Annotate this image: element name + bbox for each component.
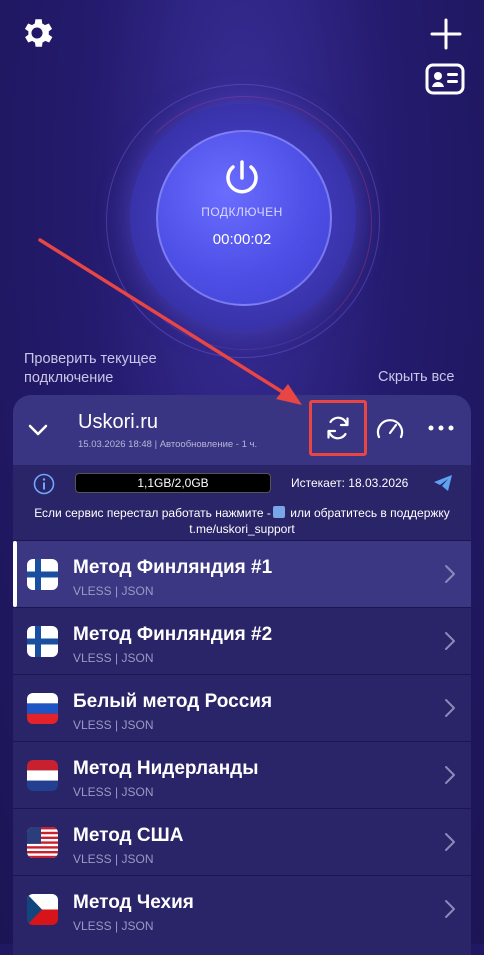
speedtest-gauge-icon[interactable] [375, 415, 405, 443]
hide-all-link[interactable]: Скрыть все [378, 369, 454, 385]
profile-card-icon[interactable] [424, 62, 466, 96]
server-name: Метод Чехия [73, 892, 194, 913]
more-options-icon[interactable] [427, 421, 455, 435]
finland-flag-icon [27, 559, 58, 590]
server-name: Белый метод Россия [73, 691, 273, 712]
support-notice: Если сервис перестал работать нажмите - … [13, 505, 471, 537]
server-name: Метод Финляндия #1 [73, 557, 273, 578]
chevron-right-icon[interactable] [443, 563, 457, 585]
server-row[interactable]: Метод Финляндия #1 VLESS | JSON [13, 540, 471, 607]
subscription-title: Uskori.ru [78, 411, 159, 433]
finland-flag-icon [27, 626, 58, 657]
chevron-right-icon[interactable] [443, 764, 457, 786]
server-protocol: VLESS | JSON [73, 718, 154, 732]
server-name: Метод США [73, 825, 184, 846]
traffic-usage-text: 1,1GB/2,0GB [137, 476, 209, 490]
usa-flag-icon [27, 827, 58, 858]
server-name: Метод Нидерланды [73, 758, 259, 779]
chevron-right-icon[interactable] [443, 898, 457, 920]
server-list: Метод Финляндия #1 VLESS | JSON Метод Финл… [13, 540, 471, 942]
chevron-right-icon[interactable] [443, 831, 457, 853]
server-row[interactable]: Метод США VLESS | JSON [13, 808, 471, 875]
subscription-panel: Uskori.ru 15.03.2026 18:48 | Автообновле… [13, 395, 471, 955]
subscription-header: Uskori.ru 15.03.2026 18:48 | Автообновле… [13, 395, 471, 465]
server-row[interactable]: Белый метод Россия VLESS | JSON [13, 674, 471, 741]
settings-gear-icon[interactable] [18, 14, 56, 52]
subscription-meta: 15.03.2026 18:48 | Автообновление - 1 ч. [78, 439, 258, 450]
support-link[interactable]: t.me/uskori_support [13, 521, 471, 537]
server-protocol: VLESS | JSON [73, 584, 154, 598]
traffic-usage-bar: 1,1GB/2,0GB [75, 473, 271, 493]
server-row[interactable]: Метод Чехия VLESS | JSON [13, 875, 471, 942]
connection-status: ПОДКЛЮЧЕН [201, 205, 283, 219]
expiry-date: Истекает: 18.03.2026 [291, 476, 409, 490]
chevron-down-icon[interactable] [27, 419, 49, 441]
netherlands-flag-icon [27, 760, 58, 791]
telegram-icon[interactable] [433, 474, 453, 492]
chevron-right-icon[interactable] [443, 697, 457, 719]
info-icon[interactable] [33, 473, 55, 495]
server-row[interactable]: Метод Финляндия #2 VLESS | JSON [13, 607, 471, 674]
server-row[interactable]: Метод Нидерланды VLESS | JSON [13, 741, 471, 808]
czech-flag-icon [27, 894, 58, 925]
server-name: Метод Финляндия #2 [73, 624, 273, 645]
refresh-icon[interactable] [323, 413, 353, 443]
notice-text-a: Если сервис перестал работать нажмите - [34, 506, 271, 520]
power-icon[interactable] [222, 158, 262, 198]
russia-flag-icon [27, 693, 58, 724]
server-protocol: VLESS | JSON [73, 919, 154, 933]
server-protocol: VLESS | JSON [73, 785, 154, 799]
add-plus-icon[interactable] [426, 14, 466, 54]
server-protocol: VLESS | JSON [73, 651, 154, 665]
refresh-inline-icon [272, 506, 285, 518]
chevron-right-icon[interactable] [443, 630, 457, 652]
check-connection-link[interactable]: Проверить текущее подключение [24, 350, 204, 388]
connection-timer: 00:00:02 [212, 231, 272, 248]
notice-text-b: или обратитесь в поддержку [290, 506, 450, 520]
server-protocol: VLESS | JSON [73, 852, 154, 866]
